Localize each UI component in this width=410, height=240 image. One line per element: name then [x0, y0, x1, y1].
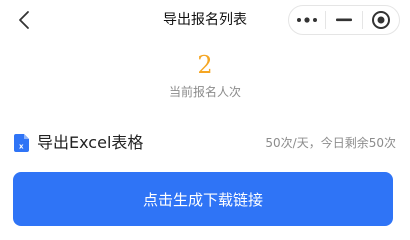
signup-count-label: 当前报名人次: [168, 85, 241, 99]
navigation-bar: 导出报名列表: [0, 0, 410, 40]
mini-program-capsule: [288, 5, 400, 35]
minimize-icon: [335, 18, 352, 22]
export-excel-label: 导出Excel表格: [37, 133, 144, 152]
minimize-button[interactable]: [326, 6, 362, 34]
close-button[interactable]: [363, 6, 399, 34]
export-signup-page: 导出报名列表 2 当前报名人次 x 导出Excel表格 50次/天，今日剩余50…: [0, 0, 410, 240]
generate-download-link-button[interactable]: 点击生成下载链接: [13, 172, 393, 226]
excel-file-icon: x: [14, 134, 29, 152]
export-quota-text: 50次/天，今日剩余50次: [265, 136, 396, 150]
svg-text:x: x: [19, 143, 24, 151]
signup-count: 2: [197, 51, 213, 79]
more-button[interactable]: [289, 6, 325, 34]
target-circle-icon: [371, 11, 390, 29]
more-dots-icon: [297, 17, 317, 23]
export-excel-row: x 导出Excel表格 50次/天，今日剩余50次: [14, 130, 396, 156]
